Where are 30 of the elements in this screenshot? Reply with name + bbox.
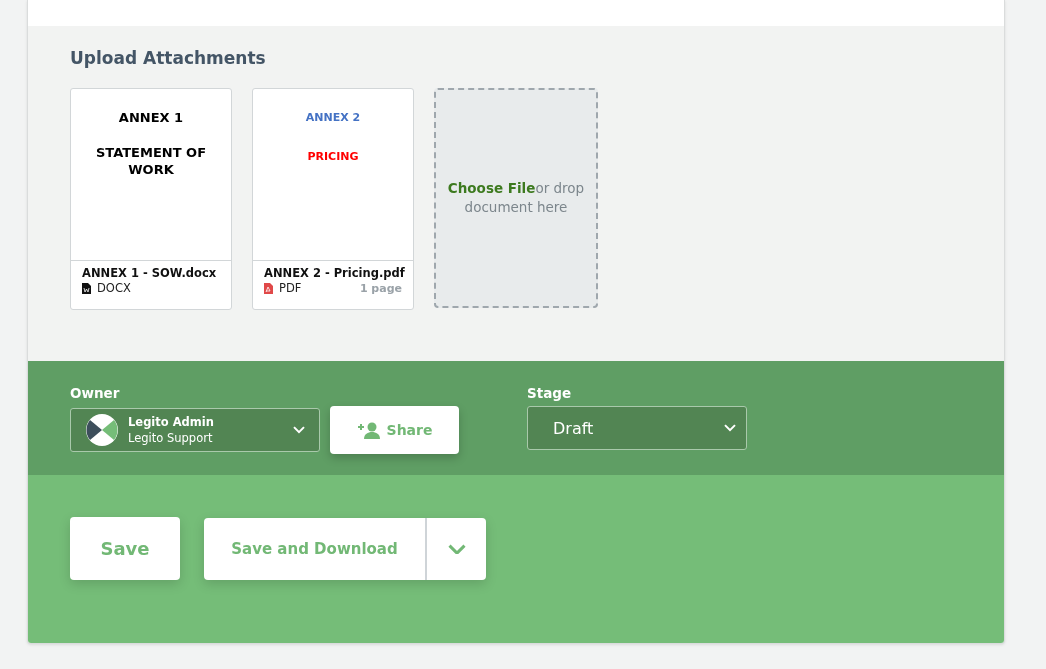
- word-file-icon: [82, 282, 91, 294]
- owner-select[interactable]: Legito Admin Legito Support: [70, 408, 320, 452]
- drop-zone-text: Choose Fileor drop document here: [446, 179, 586, 217]
- file-name: ANNEX 1 - SOW.docx: [82, 266, 218, 280]
- section-title: Upload Attachments: [70, 48, 267, 68]
- field-label: Stage: [527, 385, 573, 401]
- stage-select[interactable]: Draft: [527, 406, 747, 450]
- choose-file-link[interactable]: Choose File: [447, 180, 536, 196]
- attachment-card[interactable]: ANNEX 2 PRICING ANNEX 2 - Pricing.pdf PDF 1 page: [252, 88, 414, 310]
- file-type: DOCX: [97, 281, 131, 295]
- avatar-logo-icon: [86, 414, 118, 446]
- save-and-download-button[interactable]: Save and Download: [204, 518, 427, 580]
- field-label: Owner: [70, 385, 121, 401]
- owner-team: Legito Support: [128, 431, 214, 445]
- owner-name: Legito Admin: [128, 415, 215, 429]
- chevron-down-icon: [724, 424, 736, 432]
- attachment-card[interactable]: ANNEX 1 STATEMENT OF WORK ANNEX 1 - SOW.docx DOCX: [70, 88, 232, 310]
- pdf-file-icon: [264, 282, 273, 294]
- document-preview-text: ANNEX 2: [305, 110, 361, 126]
- file-type: PDF: [279, 281, 302, 295]
- save-button[interactable]: Save: [70, 517, 180, 580]
- page-count: 1 page: [359, 281, 402, 295]
- document-preview-text: PRICING: [307, 149, 359, 165]
- chevron-down-icon: [447, 543, 466, 555]
- share-button[interactable]: Share: [330, 406, 459, 454]
- chevron-down-icon: [293, 426, 305, 434]
- document-preview-text: STATEMENT OF WORK: [94, 144, 207, 178]
- document-preview-text: ANNEX 1: [118, 109, 184, 126]
- drop-zone[interactable]: Choose Fileor drop document here: [434, 88, 598, 308]
- add-user-icon: [356, 421, 381, 439]
